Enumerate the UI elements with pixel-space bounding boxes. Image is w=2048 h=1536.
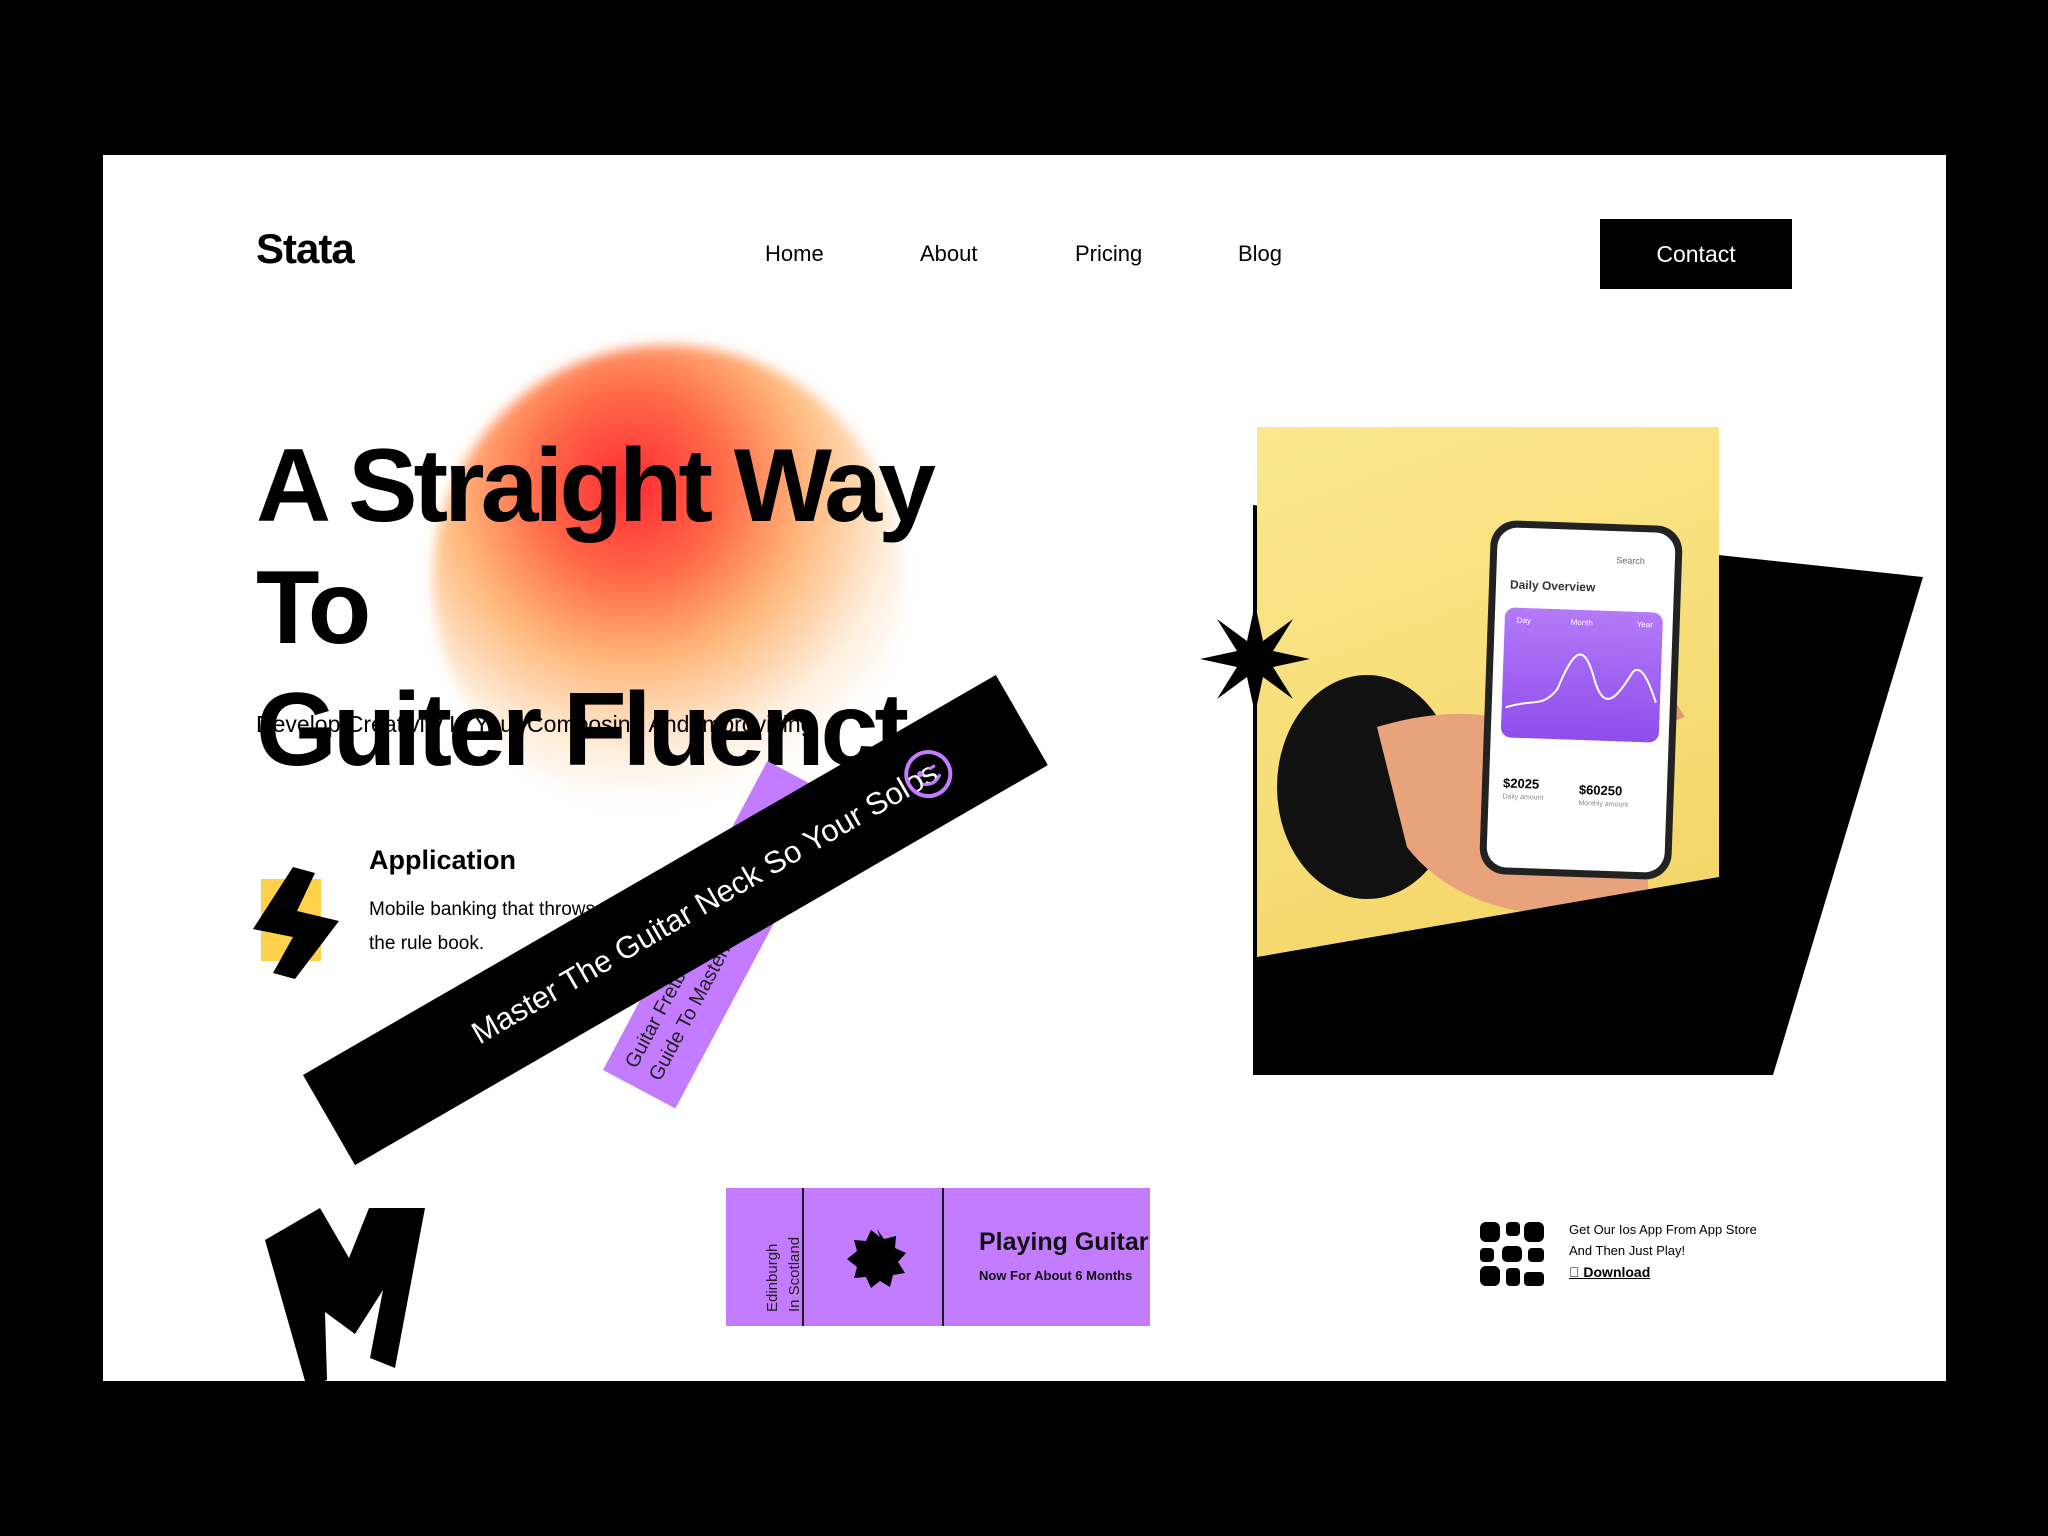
- phone-chart: Day Month Year: [1500, 607, 1664, 743]
- ticket-location: Edinburgh In Scotland: [764, 1236, 803, 1312]
- ticket-title: Playing Guitar: [979, 1228, 1149, 1256]
- phone-mockup: Search Daily Overview Day Month Year $20…: [1478, 519, 1684, 881]
- monthly-amount: $60250: [1578, 781, 1623, 799]
- phone-screen-title: Daily Overview: [1509, 577, 1596, 595]
- ticket-subtitle: Now For About 6 Months: [979, 1268, 1133, 1283]
- contact-button[interactable]: Contact: [1600, 219, 1792, 289]
- nav-pricing[interactable]: Pricing: [1075, 241, 1142, 267]
- nav-blog[interactable]: Blog: [1238, 241, 1282, 267]
- landing-page: Stata Home About Pricing Blog Contact A …: [103, 155, 1946, 1381]
- qr-code-icon[interactable]: [1480, 1222, 1544, 1286]
- feature-title: Application: [369, 845, 516, 875]
- logo[interactable]: Stata: [256, 225, 355, 273]
- m-letter-shape: [265, 1208, 425, 1381]
- download-link[interactable]:  Download: [1569, 1264, 1650, 1280]
- phone-search-label: Search: [1616, 555, 1646, 567]
- hero-photo: Search Daily Overview Day Month Year $20…: [1257, 427, 1719, 1057]
- chart-tab-year: Year: [1636, 619, 1653, 630]
- chart-tab-month: Month: [1570, 617, 1594, 628]
- nav-home[interactable]: Home: [765, 241, 824, 267]
- badge-icon: [847, 1229, 906, 1288]
- lightning-bolt-icon: [253, 867, 339, 979]
- ticket-card: Edinburgh In Scotland Playing Guitar Now…: [726, 1188, 1150, 1326]
- download-text: Get Our Ios App From App Store And Then …: [1569, 1222, 1757, 1258]
- hero-subtitle: Develop Creativity In Your Composing And…: [256, 711, 814, 737]
- download-label: Download: [1569, 1264, 1650, 1280]
- nav-about[interactable]: About: [920, 241, 978, 267]
- daily-amount: $2025: [1502, 775, 1540, 792]
- ticket-divider: [942, 1188, 944, 1326]
- phone-screen: Search Daily Overview Day Month Year $20…: [1486, 526, 1676, 874]
- daily-amount-label: Daily amount: [1502, 793, 1544, 802]
- chart-tab-day: Day: [1516, 615, 1532, 626]
- monthly-amount-label: Monthly amount: [1578, 799, 1629, 809]
- apple-icon: : [1569, 1264, 1580, 1280]
- star-icon: [1200, 604, 1310, 714]
